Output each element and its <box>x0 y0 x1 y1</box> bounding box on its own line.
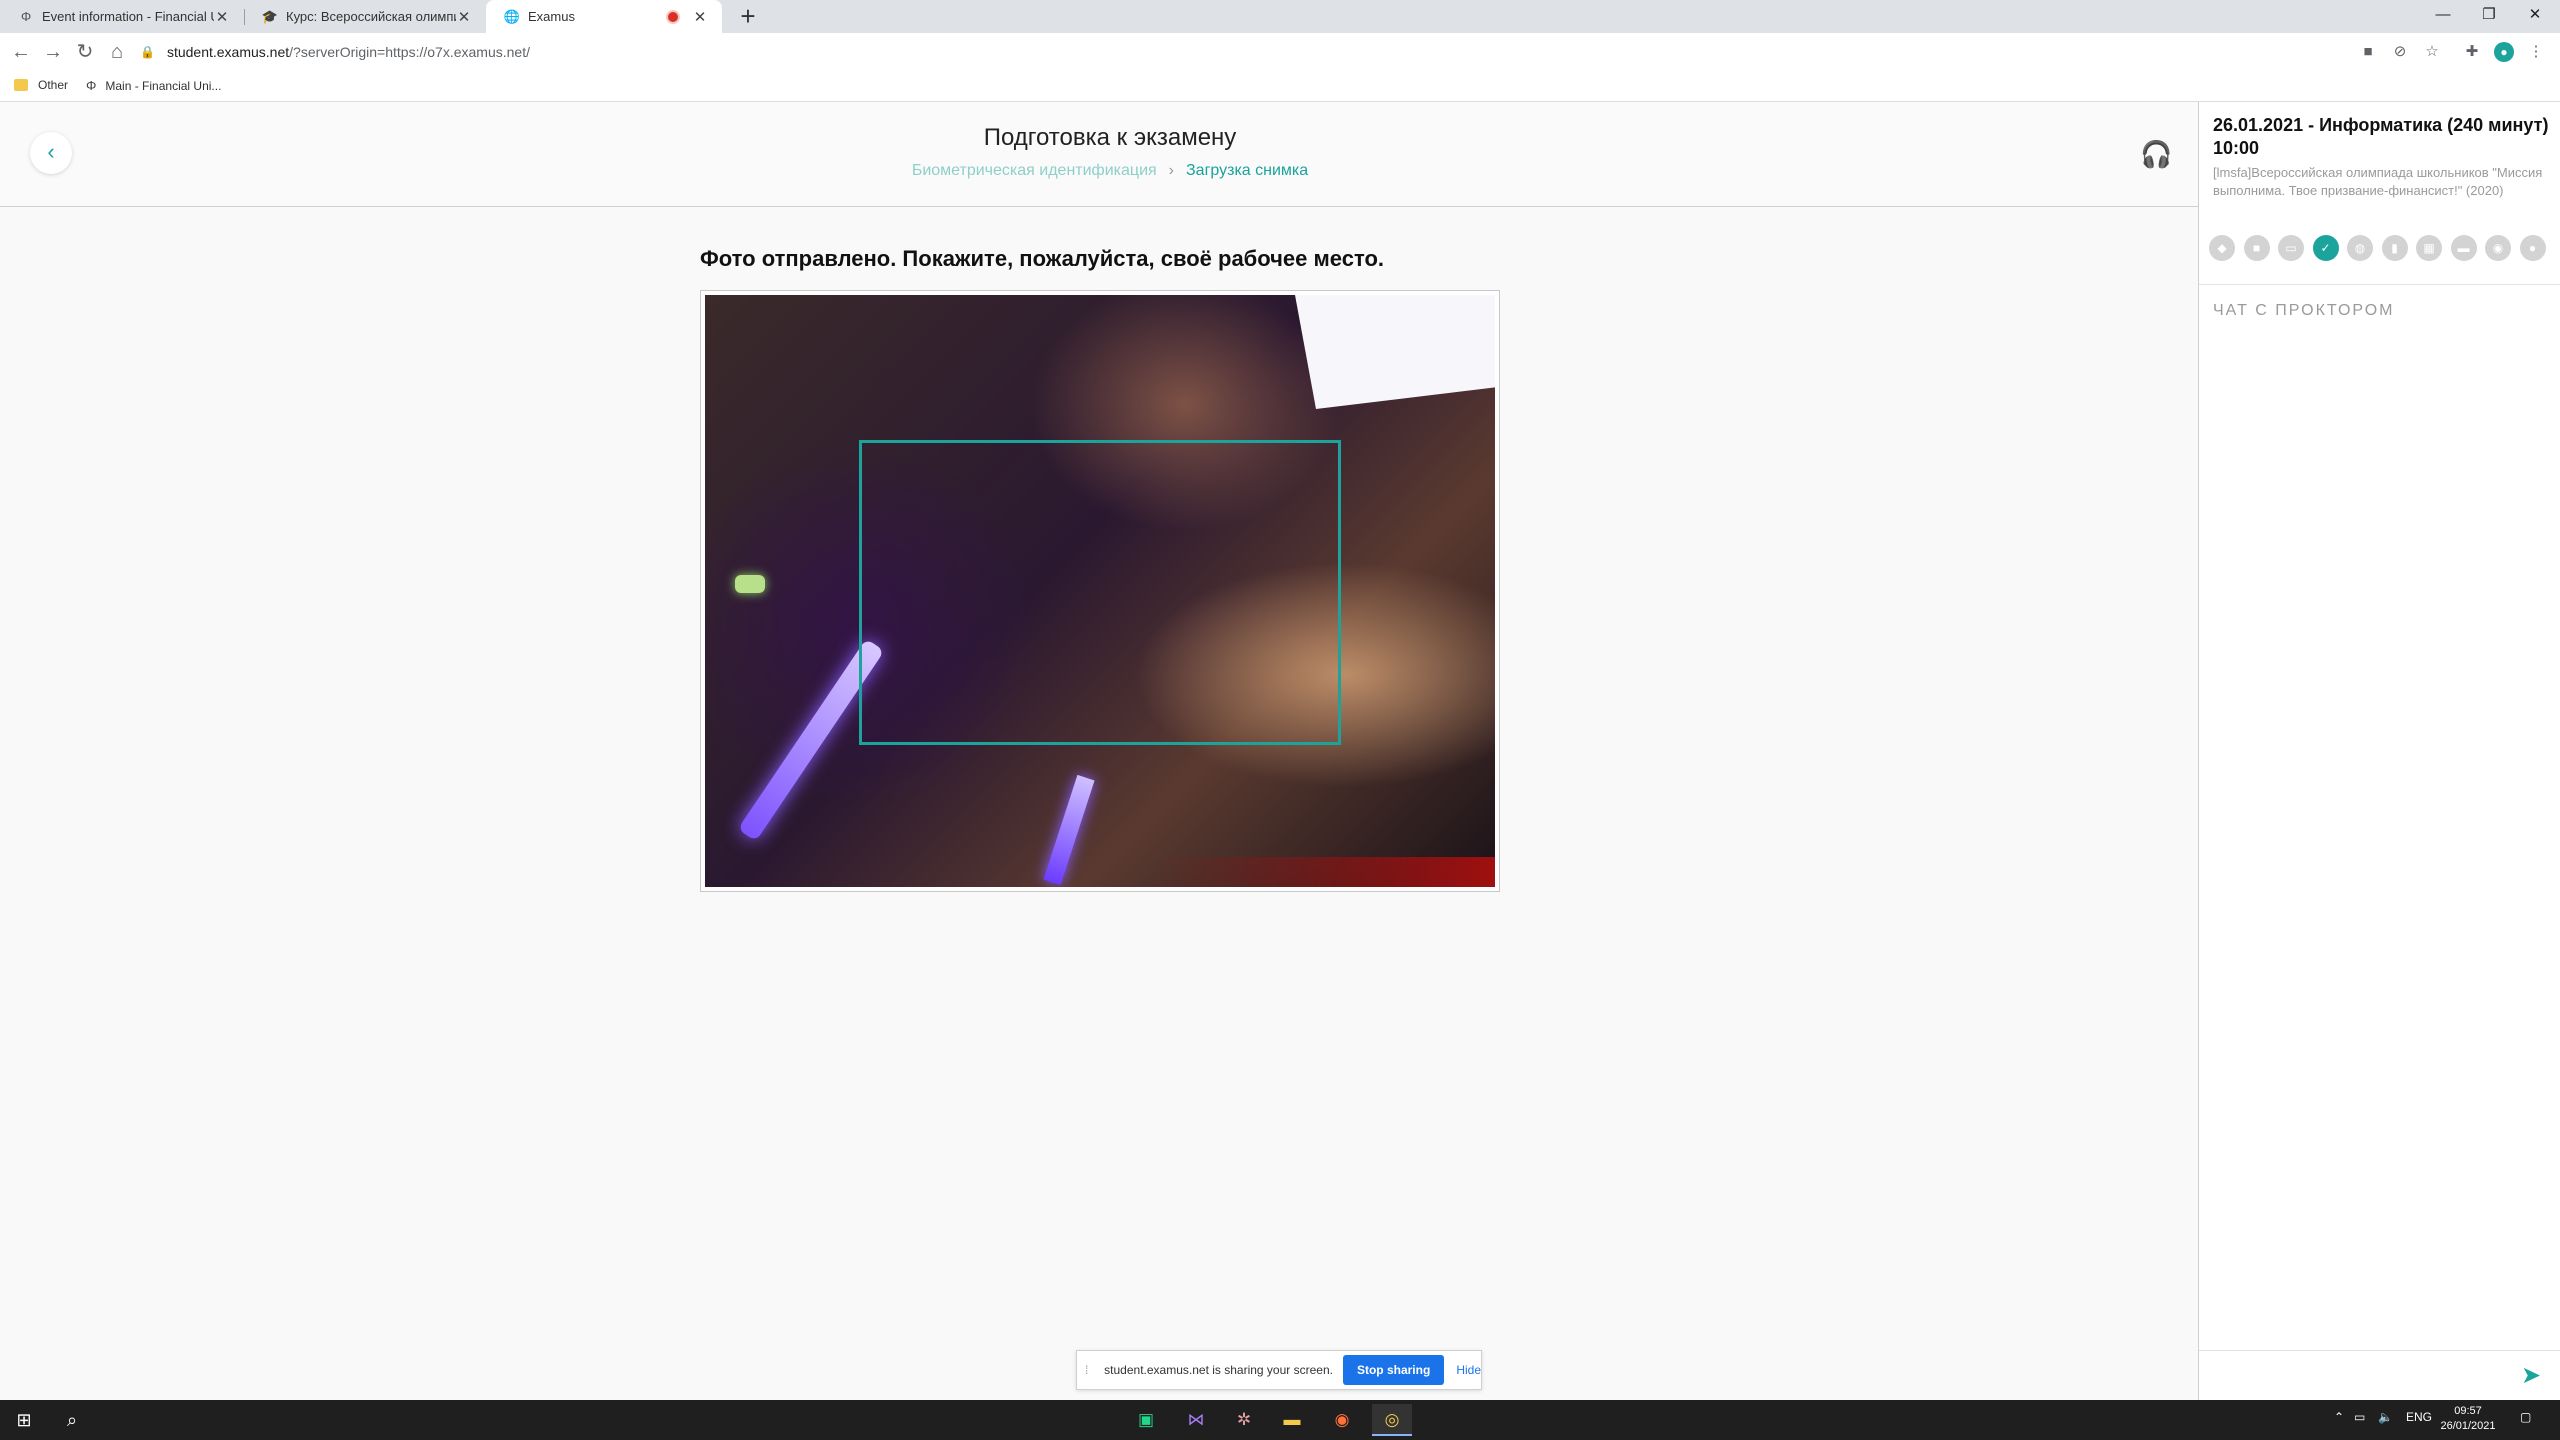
file-explorer-icon[interactable]: ▬ <box>1272 1404 1312 1436</box>
bookmark-other[interactable]: Other <box>14 78 68 92</box>
breadcrumb: Биометрическая идентификация › Загрузка сн… <box>0 162 2220 180</box>
globe-favicon-icon: 🌐 <box>503 8 521 24</box>
photo-light-streak <box>1043 774 1095 886</box>
chat-input-divider <box>2199 1350 2560 1351</box>
breadcrumb-step-upload: Загрузка снимка <box>1186 162 1309 179</box>
drag-handle-icon[interactable]: ⁞ <box>1085 1363 1098 1377</box>
hide-button[interactable]: Hide <box>1456 1363 1481 1377</box>
url-path: /?serverOrigin=https://o7x.examus.net/ <box>289 44 530 60</box>
user-icon: ● <box>2519 235 2546 261</box>
close-tab-icon[interactable]: ✕ <box>214 8 230 26</box>
page-header: ‹ Подготовка к экзамену Биометрическая и… <box>0 102 2198 207</box>
checklist-icon: ✓ <box>2312 235 2339 261</box>
windows-start-icon[interactable]: ⊞ <box>10 1406 38 1434</box>
close-tab-icon[interactable]: ✕ <box>692 8 708 26</box>
bookmarks-bar: Other Φ Main - Financial Uni... <box>0 71 2560 102</box>
minimize-button[interactable]: — <box>2420 0 2466 33</box>
screen-sharing-bar: ⁞ student.examus.net is sharing your scr… <box>1076 1350 1482 1390</box>
chevron-up-icon[interactable]: ⌃ <box>2334 1410 2344 1424</box>
back-arrow-icon[interactable]: ← <box>8 39 34 65</box>
megaphone-icon: ◆ <box>2209 235 2235 261</box>
photo-green-light <box>735 575 765 593</box>
chat-title: ЧАТ С ПРОКТОРОМ <box>2213 302 2395 319</box>
bookmark-label: Main - Financial Uni... <box>105 78 222 93</box>
lock-icon: 🔒 <box>140 45 155 59</box>
headset-support-icon[interactable]: 🎧 <box>2140 138 2172 170</box>
settings-gear-icon[interactable]: ✲ <box>1224 1404 1264 1436</box>
notifications-icon[interactable]: ▢ <box>2520 1410 2531 1424</box>
recording-indicator-icon <box>668 11 678 22</box>
photo-red-edge <box>1155 857 1495 887</box>
exam-description: [lmsfa]Всероссийская олимпиада школьнико… <box>2213 165 2543 198</box>
windows-taskbar: ⊞ ⌕ ▣ ⋈ ✲ ▬ ◉ ◎ ⌃ ▭ 🔈 ENG 09:57 26/01/20… <box>0 1400 2560 1440</box>
home-icon[interactable]: ⌂ <box>104 39 130 65</box>
tab-event-information[interactable]: Φ Event information - Financial Uni ✕ <box>0 0 244 33</box>
chevron-right-icon: › <box>1168 162 1174 179</box>
network-icon[interactable]: ▭ <box>2354 1410 2365 1424</box>
volume-icon[interactable]: 🔈 <box>2378 1410 2393 1424</box>
profile-avatar-icon[interactable]: ● <box>2494 42 2514 62</box>
camera-icon: ▬ <box>2450 235 2477 261</box>
book-icon: ■ <box>2243 235 2270 261</box>
page-title: Подготовка к экзамену <box>983 124 1237 151</box>
tracking-blocked-icon[interactable]: ⊘ <box>2388 39 2412 65</box>
webcam-photo-frame <box>700 290 1500 892</box>
browser-toolbar: ← → ↻ ⌂ 🔒 student.examus.net/?serverOrig… <box>0 33 2560 71</box>
search-icon[interactable]: ⌕ <box>58 1406 86 1434</box>
close-tab-icon[interactable]: ✕ <box>456 8 472 26</box>
pycharm-icon[interactable]: ▣ <box>1126 1404 1166 1436</box>
eye-icon: ◉ <box>2485 235 2511 261</box>
browser-tab-strip: Φ Event information - Financial Uni ✕ 🎓 … <box>0 0 2560 33</box>
chrome-icon[interactable]: ◎ <box>1372 1404 1412 1436</box>
close-window-button[interactable]: ✕ <box>2512 0 2558 33</box>
financial-university-favicon-icon: Φ <box>20 9 32 24</box>
webcam-photo <box>705 295 1495 887</box>
star-bookmark-icon[interactable]: ☆ <box>2420 39 2444 65</box>
stop-sharing-button[interactable]: Stop sharing <box>1342 1355 1445 1385</box>
exam-sidebar: 26.01.2021 - Информатика (240 минут) 10:… <box>2198 102 2560 1400</box>
clock[interactable]: 09:57 26/01/2021 <box>2428 1404 2508 1434</box>
globe-icon: ◍ <box>2347 235 2373 261</box>
firefox-icon[interactable]: ◉ <box>1322 1404 1362 1436</box>
camera-in-use-icon[interactable]: ■ <box>2356 39 2380 65</box>
tab-title: Event information - Financial Uni <box>42 9 214 24</box>
sharing-message: student.examus.net is sharing your scree… <box>1104 1363 1333 1377</box>
detection-frame <box>859 440 1341 745</box>
new-tab-button[interactable]: + <box>734 2 762 30</box>
financial-university-icon: Φ <box>86 78 97 93</box>
address-bar[interactable]: 🔒 student.examus.net/?serverOrigin=https… <box>140 38 2360 66</box>
id-card-icon: ▭ <box>2278 235 2304 261</box>
restore-button[interactable]: ❐ <box>2466 0 2512 33</box>
breadcrumb-step-biometric[interactable]: Биометрическая идентификация <box>912 162 1157 179</box>
extensions-icon[interactable]: ✚ <box>2460 39 2484 65</box>
grid-icon: ▦ <box>2416 235 2442 261</box>
reload-icon[interactable]: ↻ <box>72 39 98 65</box>
forward-arrow-icon[interactable]: → <box>40 39 66 65</box>
clock-date: 26/01/2021 <box>2440 1420 2496 1432</box>
divider <box>2199 284 2560 285</box>
send-icon[interactable]: ➤ <box>2517 1362 2545 1390</box>
tab-examus[interactable]: 🌐 Examus ✕ <box>486 0 722 33</box>
exam-title: 26.01.2021 - Информатика (240 минут) 10:… <box>2213 115 2549 158</box>
bookmark-label: Other <box>38 78 69 92</box>
course-favicon-icon: 🎓 <box>261 8 279 24</box>
clock-time: 09:57 <box>2454 1405 2482 1417</box>
tab-title: Examus <box>528 9 575 24</box>
url-domain: student.examus.net <box>166 44 290 60</box>
status-icons-row: ◆ ■ ▭ ✓ ◍ ▮ ▦ ▬ ◉ ● <box>2209 235 2559 261</box>
tab-title: Курс: Всероссийская олимпиада <box>286 9 456 24</box>
tab-course[interactable]: 🎓 Курс: Всероссийская олимпиада ✕ <box>244 0 486 33</box>
instruction-text: Фото отправлено. Покажите, пожалуйста, с… <box>700 246 1384 271</box>
folder-icon <box>14 79 28 91</box>
bookmark-main-financial[interactable]: Φ Main - Financial Uni... <box>86 78 221 93</box>
more-menu-icon[interactable]: ⋮ <box>2524 39 2548 65</box>
visual-studio-icon[interactable]: ⋈ <box>1176 1404 1216 1436</box>
book-open-icon: ▮ <box>2381 235 2408 261</box>
